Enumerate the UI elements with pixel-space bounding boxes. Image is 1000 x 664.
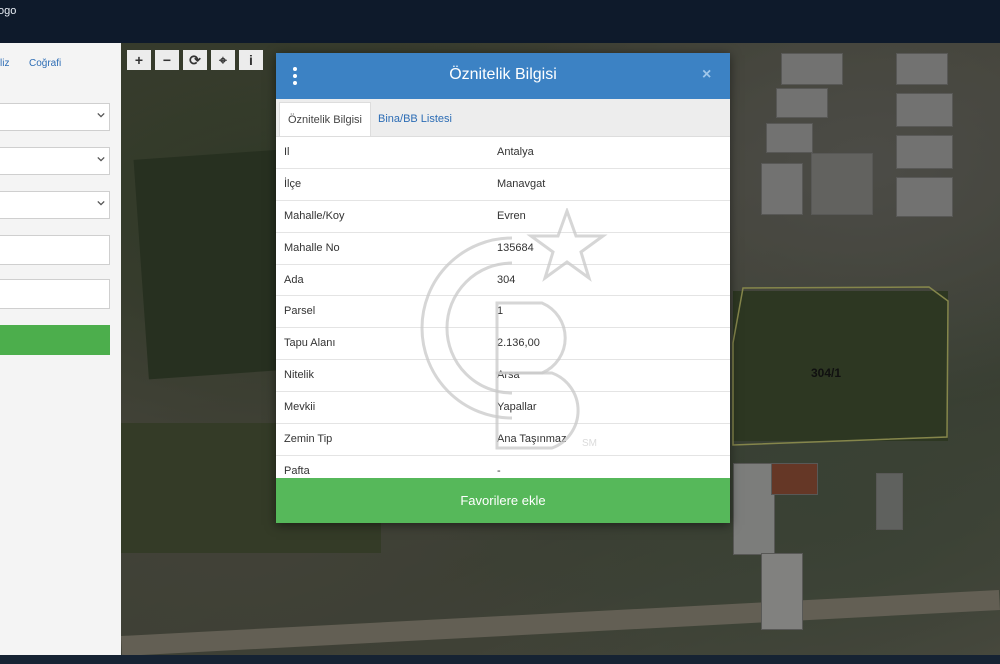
info-icon[interactable]: i bbox=[239, 50, 263, 70]
zoom-in-button[interactable]: + bbox=[127, 50, 151, 70]
attribute-value: Manavgat bbox=[497, 177, 546, 190]
ada-input[interactable] bbox=[0, 235, 110, 265]
locate-icon[interactable]: ⌖ bbox=[211, 50, 235, 70]
select-mahalle[interactable] bbox=[0, 191, 110, 219]
tab-bina-bb-listesi[interactable]: Bina/BB Listesi bbox=[370, 102, 460, 136]
attribute-key: İlçe bbox=[284, 177, 302, 190]
watermark-mark: SM bbox=[582, 438, 597, 449]
select-ilce[interactable] bbox=[0, 147, 110, 175]
refresh-icon[interactable]: ⟳ bbox=[183, 50, 207, 70]
close-icon[interactable]: × bbox=[702, 66, 711, 84]
left-panel-tabs: liz Coğrafi bbox=[0, 43, 121, 83]
top-navbar: ogo bbox=[0, 0, 1000, 43]
attribute-value: Antalya bbox=[497, 146, 534, 158]
modal-tabs: Öznitelik Bilgisi Bina/BB Listesi bbox=[276, 99, 730, 137]
modal-title: Öznitelik Bilgisi bbox=[449, 66, 557, 83]
tab-oznitelik-bilgisi[interactable]: Öznitelik Bilgisi bbox=[279, 102, 371, 136]
table-row: İlçe Manavgat bbox=[276, 169, 730, 201]
tab-cografi[interactable]: Coğrafi bbox=[29, 58, 61, 69]
attribute-key: Mahalle/Koy bbox=[284, 209, 345, 222]
attribute-key: Mahalle No bbox=[284, 241, 340, 254]
tab-analiz[interactable]: liz bbox=[0, 58, 9, 69]
modal-header: Öznitelik Bilgisi × bbox=[276, 53, 730, 99]
chevron-down-icon bbox=[97, 156, 105, 162]
attribute-key: Parsel bbox=[284, 305, 316, 318]
chevron-down-icon bbox=[97, 112, 105, 118]
add-to-favorites-button[interactable]: Favorilere ekle bbox=[276, 478, 730, 523]
taskbar bbox=[0, 655, 1000, 664]
search-button[interactable] bbox=[0, 325, 110, 355]
attribute-key: Ada bbox=[284, 273, 304, 286]
watermark-logo: SM bbox=[420, 208, 608, 450]
chevron-down-icon bbox=[97, 200, 105, 206]
attribute-value: - bbox=[497, 464, 501, 477]
attribute-key: Nitelik bbox=[284, 369, 314, 382]
attribute-key: Pafta bbox=[284, 464, 310, 477]
table-row: Il Antalya bbox=[276, 137, 730, 169]
attribute-key: Mevkii bbox=[284, 401, 316, 414]
attribute-key: Tapu Alanı bbox=[284, 337, 336, 350]
left-panel: liz Coğrafi bbox=[0, 43, 121, 655]
attribute-key: Zemin Tip bbox=[284, 433, 333, 446]
app-logo-text: ogo bbox=[0, 5, 17, 17]
parsel-input[interactable] bbox=[0, 279, 110, 309]
attribute-key: Il bbox=[284, 146, 290, 158]
select-il[interactable] bbox=[0, 103, 110, 131]
zoom-out-button[interactable]: − bbox=[155, 50, 179, 70]
